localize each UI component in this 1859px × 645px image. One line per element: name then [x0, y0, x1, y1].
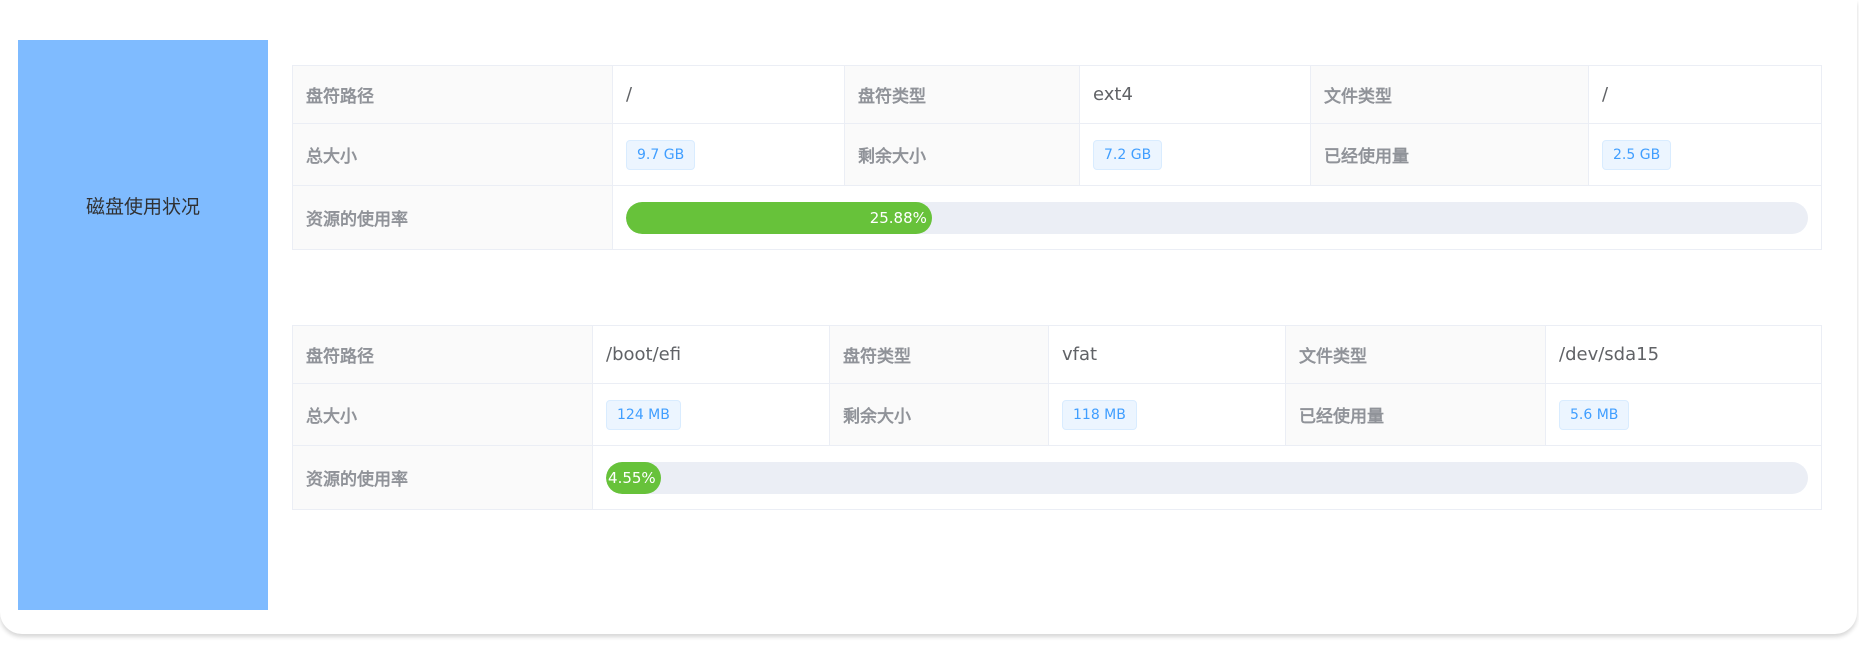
free-label: 剩余大小	[844, 123, 1080, 186]
disk-row-usage: 资源的使用率 4.55%	[292, 445, 1822, 510]
free-cell: 118 MB	[1048, 383, 1286, 446]
used-label: 已经使用量	[1310, 123, 1589, 186]
disk-row-size: 总大小 9.7 GB 剩余大小 7.2 GB 已经使用量 2.5 GB	[292, 123, 1822, 186]
usage-progress-bar: 25.88%	[626, 201, 1808, 234]
used-cell: 2.5 GB	[1588, 123, 1822, 186]
drive-type-value: ext4	[1079, 65, 1311, 124]
file-type-value: /dev/sda15	[1545, 325, 1822, 384]
file-type-label: 文件类型	[1285, 325, 1546, 384]
path-label: 盘符路径	[292, 325, 593, 384]
free-tag: 7.2 GB	[1093, 139, 1163, 170]
disk-row-path: 盘符路径 /boot/efi 盘符类型 vfat 文件类型 /dev/sda15	[292, 325, 1822, 384]
usage-label: 资源的使用率	[292, 445, 593, 510]
file-type-value: /	[1588, 65, 1822, 124]
usage-percent-text: 4.55%	[608, 468, 656, 487]
drive-type-label: 盘符类型	[829, 325, 1049, 384]
total-tag: 124 MB	[606, 399, 681, 430]
file-type-label: 文件类型	[1310, 65, 1589, 124]
used-cell: 5.6 MB	[1545, 383, 1822, 446]
total-cell: 124 MB	[592, 383, 830, 446]
usage-percent-text: 25.88%	[869, 208, 927, 227]
disk-row-size: 总大小 124 MB 剩余大小 118 MB 已经使用量 5.6 MB	[292, 383, 1822, 446]
drive-type-label: 盘符类型	[844, 65, 1080, 124]
path-label: 盘符路径	[292, 65, 613, 124]
usage-cell: 4.55%	[592, 445, 1822, 510]
used-tag: 5.6 MB	[1559, 399, 1630, 430]
section-title: 磁盘使用状况	[85, 196, 200, 218]
path-value: /boot/efi	[592, 325, 830, 384]
used-label: 已经使用量	[1285, 383, 1546, 446]
total-tag: 9.7 GB	[626, 139, 696, 170]
disk-row-usage: 资源的使用率 25.88%	[292, 185, 1822, 250]
usage-progress-fill: 4.55%	[606, 461, 661, 494]
usage-cell: 25.88%	[612, 185, 1822, 250]
total-label: 总大小	[292, 123, 613, 186]
used-tag: 2.5 GB	[1602, 139, 1672, 170]
disk-status-card: 磁盘使用状况 盘符路径 / 盘符类型 ext4 文件类型 / 总大小 9.7 G…	[0, 0, 1857, 634]
usage-label: 资源的使用率	[292, 185, 613, 250]
free-tag: 118 MB	[1062, 399, 1137, 430]
total-label: 总大小	[292, 383, 593, 446]
disk-row-path: 盘符路径 / 盘符类型 ext4 文件类型 /	[292, 65, 1822, 124]
disk-table-1: 盘符路径 / 盘符类型 ext4 文件类型 / 总大小 9.7 GB 剩余大小 …	[292, 65, 1822, 250]
disk-table-2: 盘符路径 /boot/efi 盘符类型 vfat 文件类型 /dev/sda15…	[292, 325, 1822, 510]
path-value: /	[612, 65, 845, 124]
usage-progress-bar: 4.55%	[606, 461, 1808, 494]
total-cell: 9.7 GB	[612, 123, 845, 186]
free-cell: 7.2 GB	[1079, 123, 1311, 186]
usage-progress-fill: 25.88%	[626, 201, 932, 234]
free-label: 剩余大小	[829, 383, 1049, 446]
drive-type-value: vfat	[1048, 325, 1286, 384]
section-sidebar: 磁盘使用状况	[18, 40, 268, 610]
